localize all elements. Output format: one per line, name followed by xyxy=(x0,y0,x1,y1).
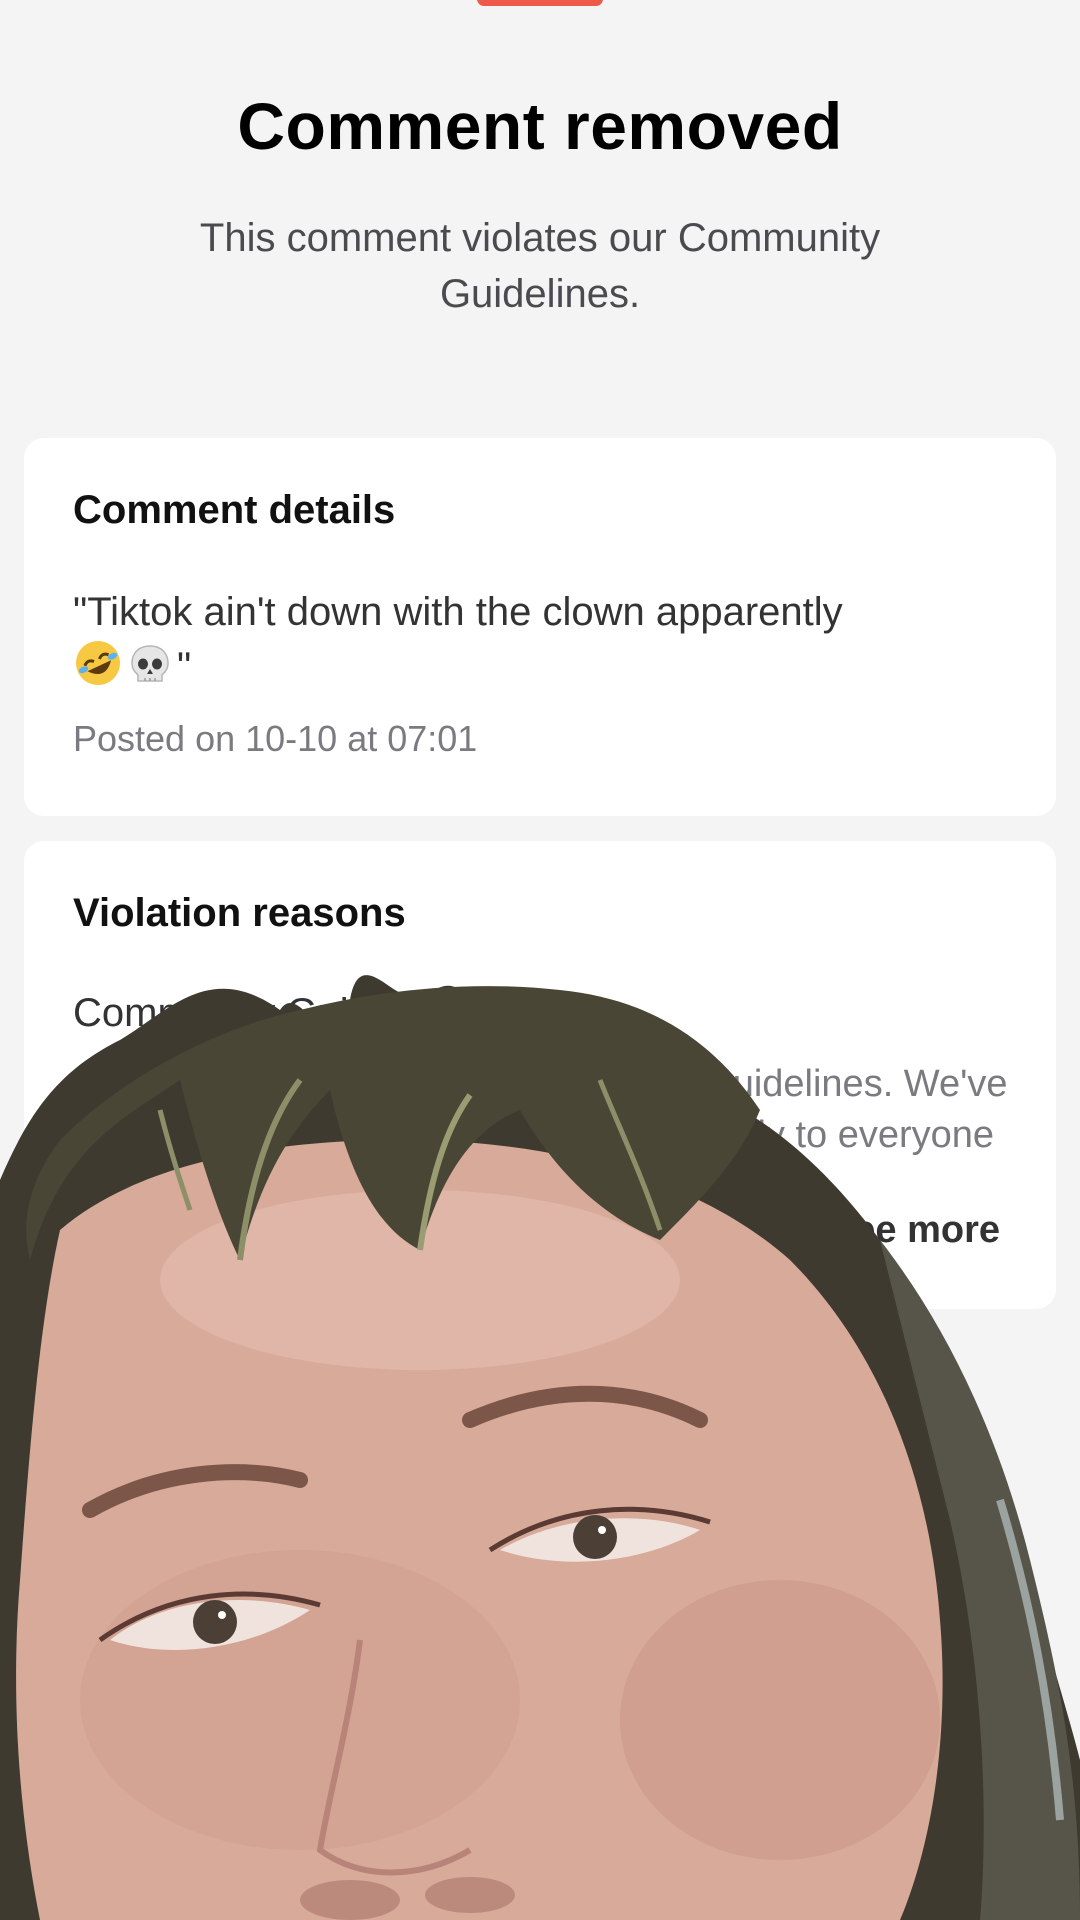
skull-emoji-icon xyxy=(127,642,173,701)
comment-text: "Tiktok ain't down with the clown appare… xyxy=(73,586,1013,701)
comment-closing-quote: " xyxy=(177,645,192,689)
page-subtitle: This comment violates our Community Guid… xyxy=(199,216,881,316)
violation-reasons-card: Violation reasons Community Guidelines Y… xyxy=(24,841,1056,1309)
top-accent-bar xyxy=(477,0,603,6)
comment-details-heading: Comment details xyxy=(73,488,396,532)
see-more-button[interactable]: See more xyxy=(829,1209,1000,1252)
violation-reason-description: Your content violates our Community Guid… xyxy=(73,1063,1008,1156)
page-title: Comment removed xyxy=(237,89,843,163)
violation-reasons-heading: Violation reasons xyxy=(73,891,406,935)
posted-timestamp: Posted on 10-10 at 07:01 xyxy=(73,718,478,759)
comment-details-card: Comment details "Tiktok ain't down with … xyxy=(24,438,1056,816)
violation-reason-title: Community Guidelines xyxy=(73,991,476,1035)
rolling-on-floor-laughing-emoji-icon xyxy=(73,638,123,701)
comment-body: "Tiktok ain't down with the clown appare… xyxy=(73,590,843,634)
